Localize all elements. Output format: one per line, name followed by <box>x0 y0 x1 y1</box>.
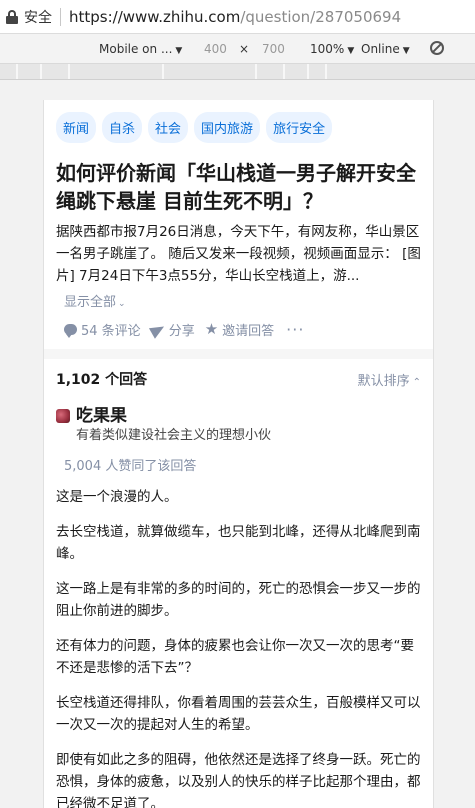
address-bar[interactable]: 安全 https://www.zhihu.com/question/287050… <box>0 0 475 34</box>
sort-icon: ⌃ <box>412 376 421 388</box>
topic-tags: 新闻 自杀 社会 国内旅游 旅行安全 <box>44 100 433 143</box>
upvote-count: 5,004 人赞同了该回答 <box>64 459 197 474</box>
more-icon[interactable]: ··· <box>286 320 304 339</box>
height-input[interactable]: 700 <box>262 42 285 56</box>
caret-down-icon: ▼ <box>347 46 355 56</box>
caret-down-icon: ▼ <box>175 46 183 56</box>
answer-paragraph: 还有体力的问题，身体的疲累也会让你一次又一次的思考“要不还是悲惨的活下去”？ <box>56 638 414 676</box>
answer-paragraph: 去长空栈道，就算做缆车，也只能到北峰，还得从北峰爬到南峰。 <box>56 524 421 562</box>
comment-icon <box>64 324 77 338</box>
device-select[interactable]: Mobile on ... ▼ <box>99 42 182 56</box>
mobile-viewport: 新闻 自杀 社会 国内旅游 旅行安全 如何评价新闻「华山栈道一男子解开安全绳跳下… <box>43 100 434 808</box>
answer-author: 吃果果 有着类似建设社会主义的理想小伙 <box>56 405 433 445</box>
paper-plane-icon <box>148 320 167 339</box>
topic-tag[interactable]: 社会 <box>148 112 189 143</box>
share-button[interactable]: 分享 <box>148 320 195 339</box>
zoom-select[interactable]: 100% ▼ <box>310 42 354 56</box>
author-name[interactable]: 吃果果 <box>76 405 271 427</box>
author-bio: 有着类似建设社会主义的理想小伙 <box>76 428 272 443</box>
sort-select[interactable]: 默认排序 ⌃ <box>358 370 421 389</box>
answer-count: 1,102 个回答 <box>56 372 148 388</box>
topic-tag[interactable]: 国内旅游 <box>194 112 261 143</box>
chevron-down-icon: ⌄ <box>118 299 126 309</box>
avatar[interactable] <box>56 409 70 423</box>
lock-icon <box>6 9 18 24</box>
answer-content: 这是一个浪漫的人。 去长空栈道，就算做缆车，也只能到北峰，还得从北峰爬到南峰。 … <box>56 486 421 808</box>
comments-button[interactable]: 54 条评论 <box>64 320 141 339</box>
answer-paragraph: 这是一个浪漫的人。 <box>56 489 178 505</box>
topic-tag[interactable]: 新闻 <box>56 112 97 143</box>
network-select[interactable]: Online ▼ <box>361 42 410 56</box>
show-all-button[interactable]: 显示全部 ⌄ <box>64 291 433 310</box>
address-divider <box>60 7 61 26</box>
dimension-times: × <box>239 42 250 56</box>
topic-tag[interactable]: 自杀 <box>102 112 143 143</box>
url-path[interactable]: /question/287050694 <box>240 8 401 26</box>
answer-paragraph: 即使有如此之多的阻碍，他依然还是选择了终身一跃。死亡的恐惧，身体的疲惫，以及别人… <box>56 752 421 808</box>
media-query-ruler[interactable] <box>0 64 475 80</box>
answer-paragraph: 这一路上是有非常的多的时间的，死亡的恐惧会一步又一步的阻止你前进的脚步。 <box>56 581 421 619</box>
device-toolbar: Mobile on ... ▼ 400 × 700 100% ▼ Online ▼ <box>0 34 475 64</box>
topic-tag[interactable]: 旅行安全 <box>266 112 333 143</box>
url-host[interactable]: https://www.zhihu.com <box>69 8 240 26</box>
answers-header: 1,102 个回答 默认排序 ⌃ <box>44 359 433 389</box>
star-icon: ★ <box>204 320 219 338</box>
question-title: 如何评价新闻「华山栈道一男子解开安全绳跳下悬崖 目前生死不明」？ <box>56 161 416 213</box>
question-actions: 54 条评论 分享 ★ 邀请回答 ··· <box>64 320 433 339</box>
invite-button[interactable]: ★ 邀请回答 <box>204 320 274 340</box>
width-input[interactable]: 400 <box>204 42 227 56</box>
answer-paragraph: 长空栈道还得排队，你看着周围的芸芸众生，百般模样又可以一次又一次的提起对人生的希… <box>56 695 421 733</box>
caret-down-icon: ▼ <box>402 46 410 56</box>
question-description: 据陕西都市报7月26日消息，今天下午，有网友称，华山景区一名男子跳崖了。 随后又… <box>56 224 421 284</box>
rotate-icon[interactable] <box>430 41 444 55</box>
secure-label: 安全 <box>24 9 52 26</box>
section-divider <box>44 349 433 359</box>
